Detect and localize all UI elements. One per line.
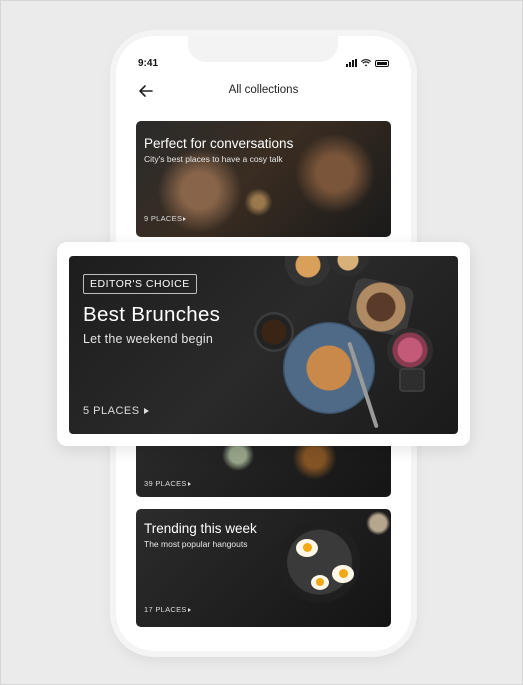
featured-subtitle: Let the weekend begin (83, 332, 213, 346)
food-decoration (327, 256, 369, 276)
food-decoration (316, 578, 324, 586)
card-title: Trending this week (144, 521, 257, 536)
status-icons (346, 59, 389, 67)
berries-bowl-decoration (387, 328, 433, 372)
places-label: 5 PLACES (83, 405, 140, 417)
food-decoration (303, 543, 312, 552)
featured-title: Best Brunches (83, 303, 221, 326)
places-label: 9 PLACES (144, 214, 183, 223)
card-subtitle: The most popular hangouts (144, 539, 248, 549)
places-label: 39 PLACES (144, 479, 187, 488)
collection-card-conversations[interactable]: Perfect for conversations City's best pl… (136, 121, 391, 237)
food-decoration (285, 256, 331, 286)
chevron-right-icon (183, 217, 187, 221)
featured-places-link[interactable]: 5 PLACES (83, 405, 149, 417)
featured-card-container: EDITOR'S CHOICE Best Brunches Let the we… (57, 242, 470, 446)
card-places-count: 17 PLACES (144, 605, 191, 614)
editors-choice-badge: EDITOR'S CHOICE (83, 274, 197, 294)
pancake-plate-decoration (283, 322, 375, 414)
food-decoration (339, 569, 348, 578)
food-decoration (399, 368, 425, 392)
wifi-icon (361, 59, 371, 67)
top-nav: All collections (116, 80, 411, 102)
featured-collection-card[interactable]: EDITOR'S CHOICE Best Brunches Let the we… (69, 256, 458, 434)
chevron-right-icon (143, 408, 149, 414)
card-places-count: 9 PLACES (144, 214, 187, 223)
page-title: All collections (228, 84, 299, 96)
card-title: Perfect for conversations (144, 136, 294, 151)
chevron-right-icon (187, 482, 191, 486)
battery-icon (375, 59, 389, 67)
places-label: 17 PLACES (144, 605, 187, 614)
phone-notch (188, 36, 338, 62)
collection-card-trending[interactable]: Trending this week The most popular hang… (136, 509, 391, 627)
chevron-right-icon (187, 608, 191, 612)
card-places-count: 39 PLACES (144, 479, 191, 488)
signal-icon (346, 59, 357, 67)
card-subtitle: City's best places to have a cosy talk (144, 154, 283, 164)
status-time: 9:41 (138, 58, 159, 69)
collection-card-3[interactable]: 39 PLACES (136, 441, 391, 497)
